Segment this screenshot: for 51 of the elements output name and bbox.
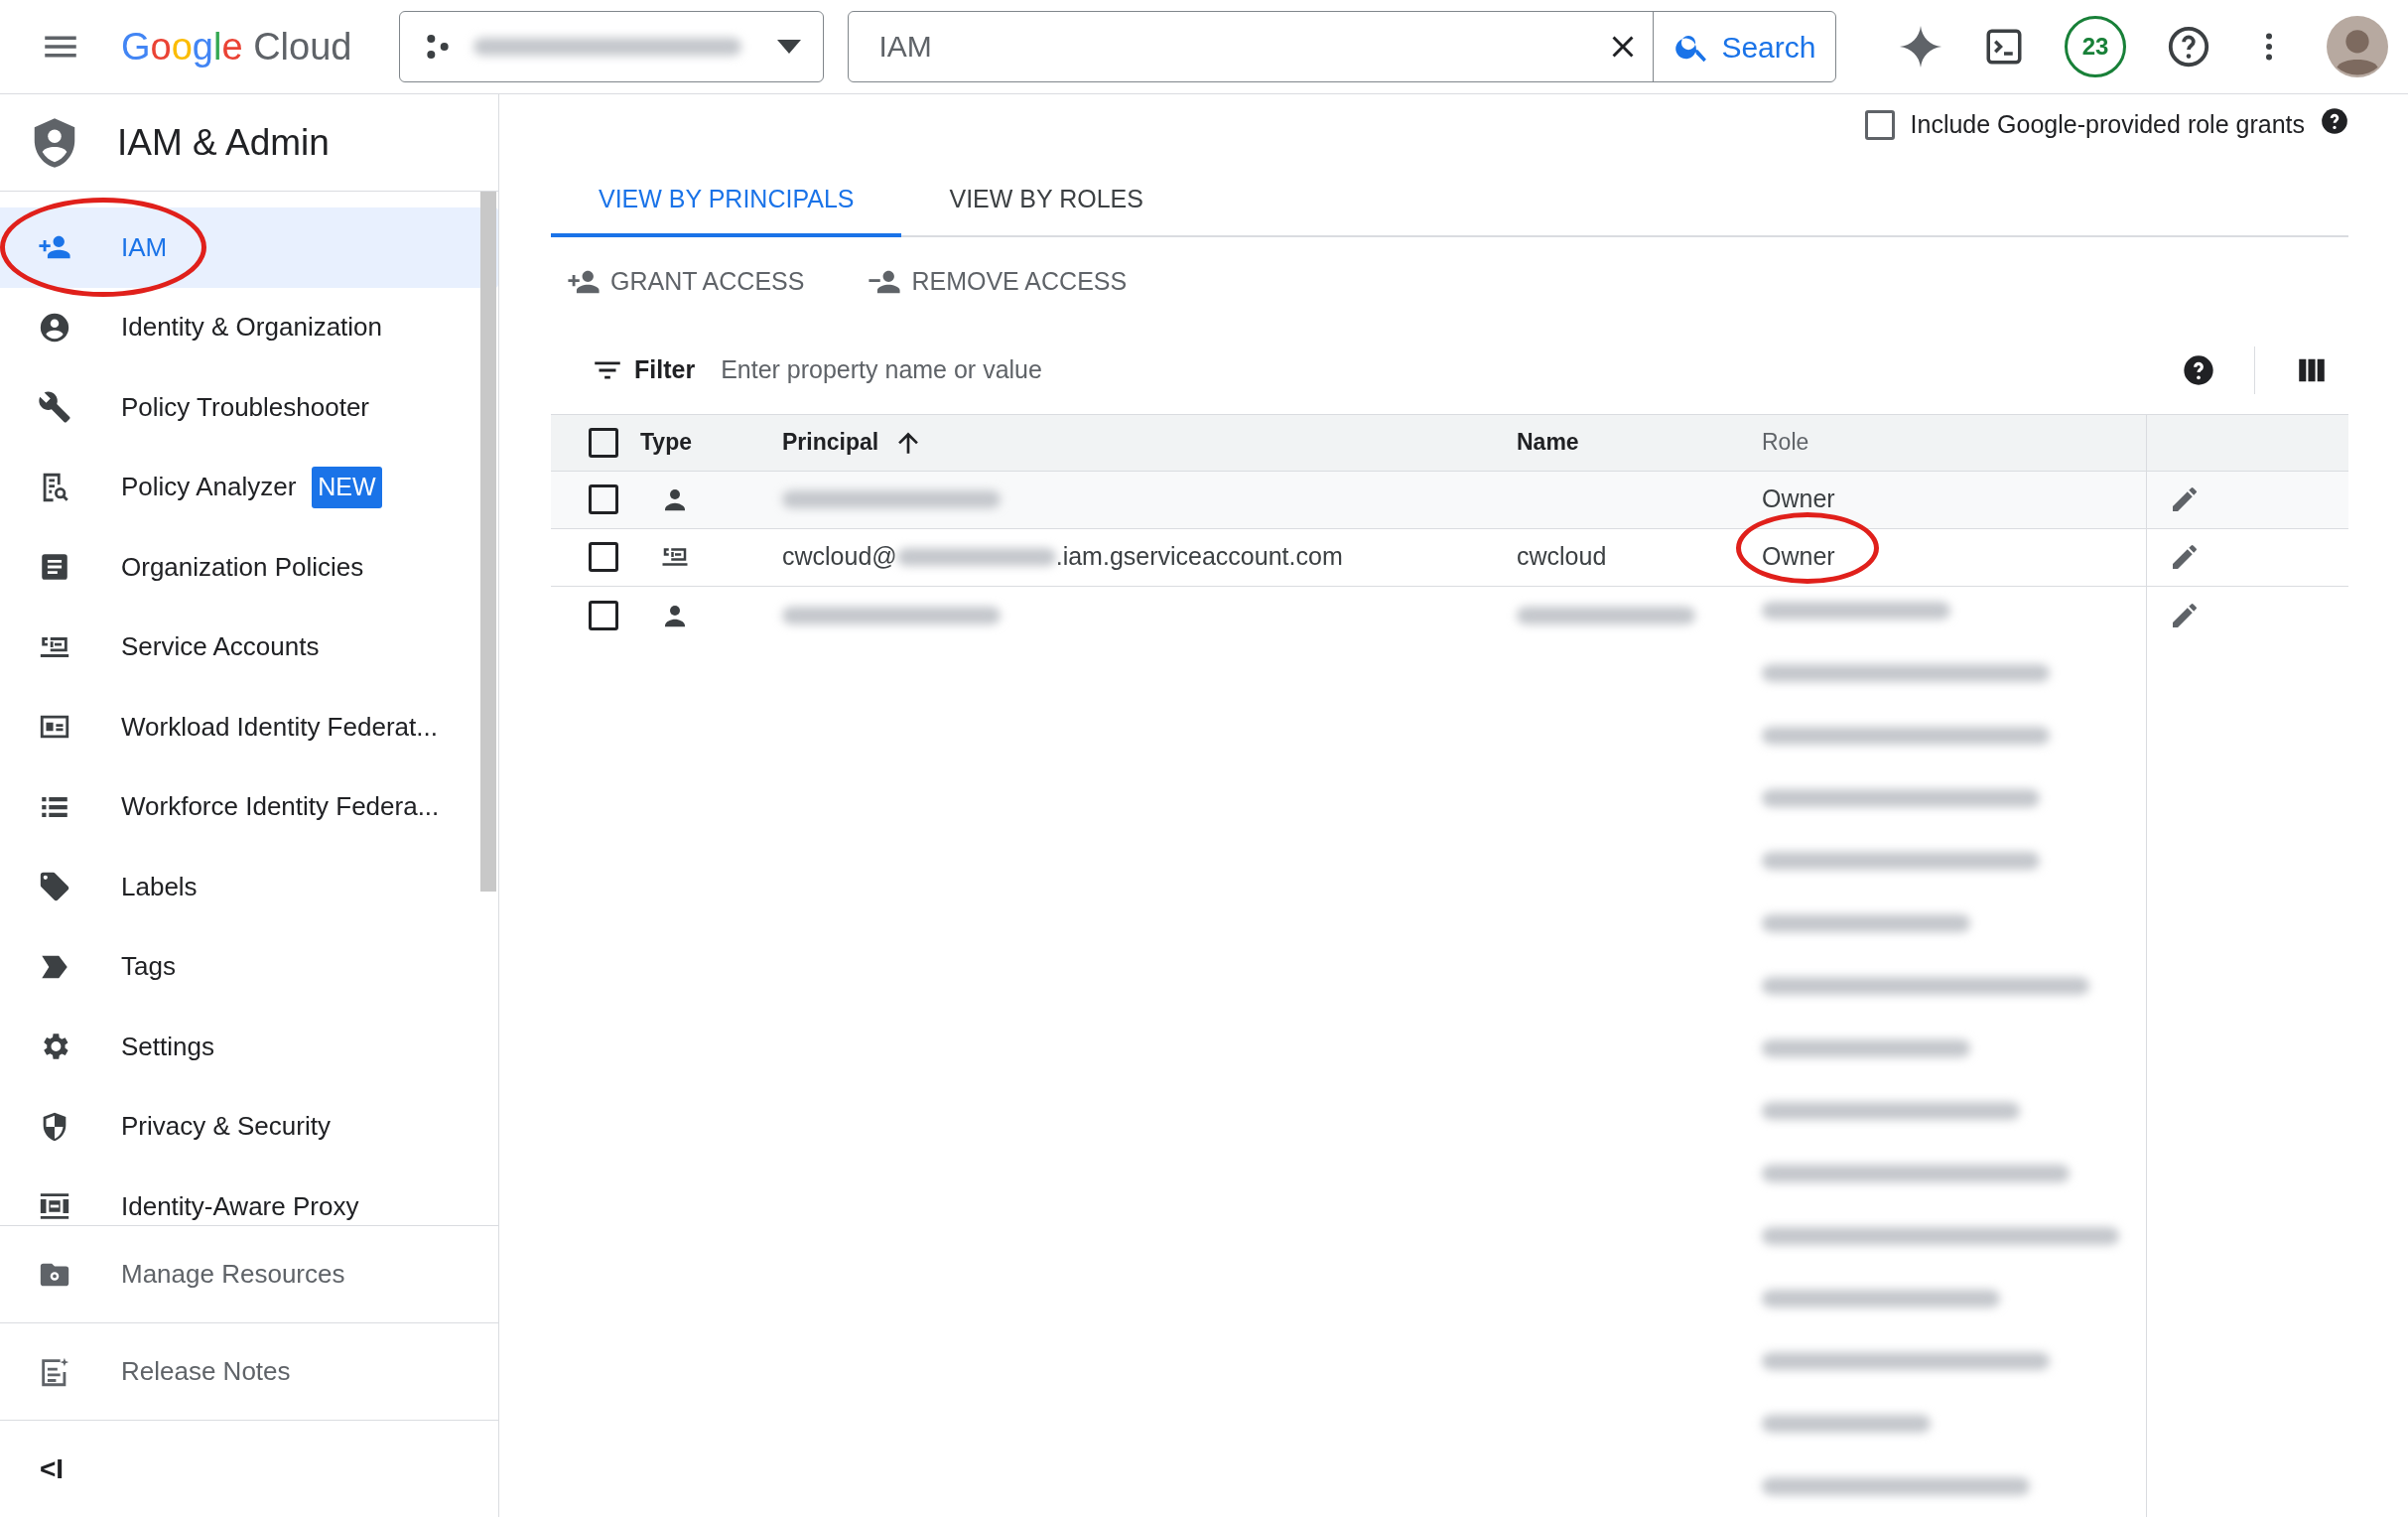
sidebar-item[interactable]: Workforce Identity Federa... bbox=[0, 766, 498, 847]
principal-email: cwcloud@ bbox=[782, 541, 897, 573]
project-picker[interactable] bbox=[399, 11, 825, 82]
search-bar[interactable]: IAM Search bbox=[848, 11, 1837, 82]
tab[interactable]: VIEW BY PRINCIPALS bbox=[551, 165, 902, 237]
filter-label: Filter bbox=[634, 353, 696, 385]
collapse-button[interactable]: <I bbox=[40, 1448, 65, 1490]
sidebar-item[interactable]: Workload Identity Federat... bbox=[0, 687, 498, 767]
grant-access-button[interactable]: GRANT ACCESS bbox=[567, 262, 805, 301]
column-header[interactable]: Type bbox=[640, 425, 782, 460]
scrollbar-thumb[interactable] bbox=[480, 192, 496, 892]
role-cell: Owner bbox=[1762, 484, 1835, 513]
checkbox[interactable] bbox=[1864, 109, 1895, 140]
sidebar-item[interactable]: Tags bbox=[0, 926, 498, 1007]
row-checkbox[interactable] bbox=[589, 600, 618, 630]
name-cell: cwcloud bbox=[1517, 542, 1607, 571]
tab[interactable]: VIEW BY ROLES bbox=[901, 165, 1191, 237]
filter-field[interactable]: Enter property name or value bbox=[721, 350, 2183, 389]
avatar-icon[interactable] bbox=[2327, 16, 2388, 77]
row-checkbox[interactable] bbox=[589, 542, 618, 572]
select-all-checkbox[interactable] bbox=[589, 427, 618, 458]
column-header[interactable]: Name bbox=[1517, 425, 1762, 460]
role-cell: Owner bbox=[1762, 542, 1835, 571]
include-grants-checkbox[interactable]: Include Google-provided role grants bbox=[1864, 106, 2348, 144]
new-badge: NEW bbox=[312, 467, 382, 508]
sidebar-title: IAM & Admin bbox=[117, 120, 330, 165]
search-button[interactable]: Search bbox=[1653, 12, 1836, 81]
help-icon[interactable] bbox=[2166, 24, 2211, 69]
sidebar-item[interactable]: IAM bbox=[0, 207, 498, 288]
sidebar-item[interactable]: Policy Troubleshooter bbox=[0, 367, 498, 448]
sidebar-item[interactable]: Settings bbox=[0, 1007, 498, 1087]
column-header[interactable]: Principal bbox=[782, 425, 879, 460]
remove-access-button[interactable]: REMOVE ACCESS bbox=[868, 262, 1128, 301]
dropdown-caret-icon bbox=[777, 40, 802, 54]
sidebar-item[interactable]: Manage Resources bbox=[0, 1225, 498, 1322]
sidebar-item[interactable]: Release Notes bbox=[0, 1322, 498, 1420]
row-checkbox[interactable] bbox=[589, 484, 618, 514]
sidebar-item[interactable]: Organization Policies bbox=[0, 527, 498, 608]
help-icon[interactable] bbox=[2183, 353, 2214, 386]
help-icon[interactable] bbox=[2321, 106, 2348, 135]
sidebar-item[interactable]: Policy Analyzer NEW bbox=[0, 447, 498, 527]
column-header[interactable]: Role bbox=[1762, 425, 2146, 460]
sidebar-item[interactable]: Service Accounts bbox=[0, 607, 498, 687]
principal-email: .iam.gserviceaccount.com bbox=[1055, 541, 1343, 573]
search-field[interactable]: IAM bbox=[849, 12, 1594, 81]
wrench-icon bbox=[38, 390, 71, 425]
sidebar-item[interactable]: Privacy & Security bbox=[0, 1086, 498, 1167]
sidebar-item[interactable]: Labels bbox=[0, 847, 498, 927]
google-cloud-logo[interactable]: Google Cloud bbox=[121, 18, 352, 75]
sidebar-item[interactable]: Identity & Organization bbox=[0, 287, 498, 367]
notification-count[interactable]: 23 bbox=[2065, 16, 2126, 77]
